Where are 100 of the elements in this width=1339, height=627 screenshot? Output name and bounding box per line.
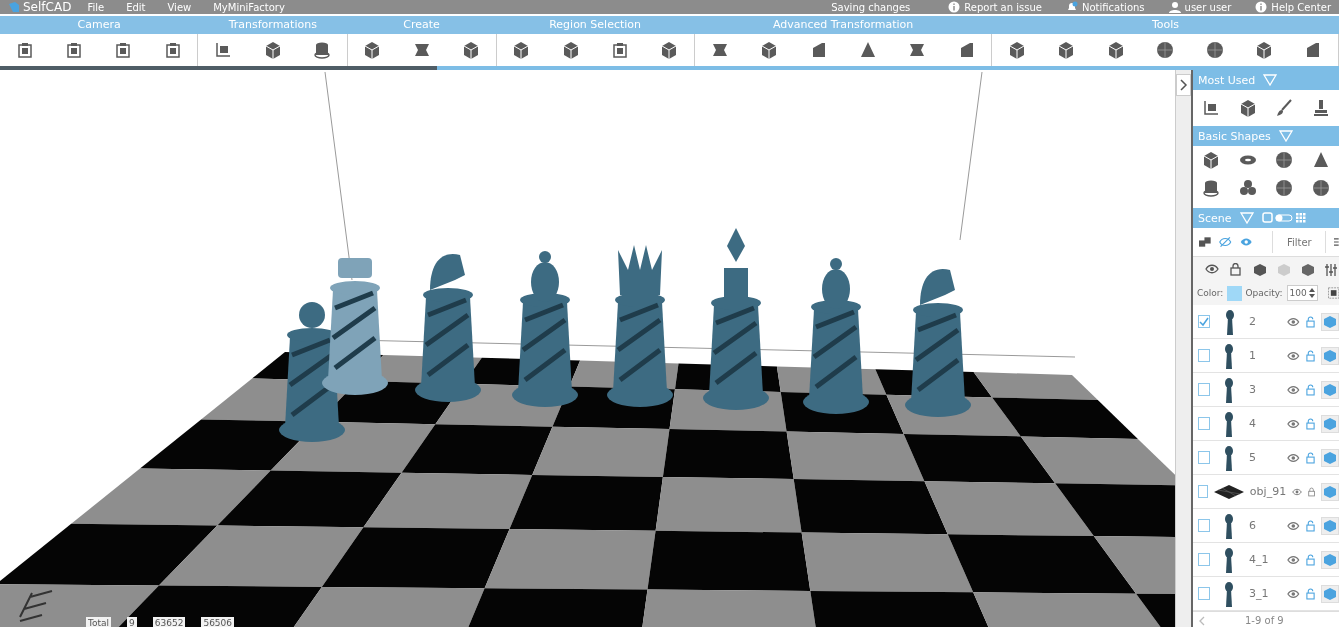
piece-thumbnail	[1224, 580, 1235, 607]
piece-thumbnail	[1224, 376, 1235, 403]
piece-thumbnail	[1224, 410, 1235, 437]
cylinder-icon[interactable]	[1201, 178, 1222, 198]
sphere-icon[interactable]	[1274, 178, 1295, 198]
section-header[interactable]: Basic Shapes	[1193, 126, 1339, 146]
sort-icon[interactable]	[1334, 235, 1339, 249]
piece-thumbnail	[1224, 342, 1235, 369]
sphere-icon[interactable]	[1155, 40, 1176, 60]
topbar-link[interactable]: Help Center	[1255, 1, 1331, 13]
filter-field[interactable]: Filter	[1272, 231, 1327, 253]
cube-icon[interactable]	[461, 40, 481, 60]
object-name: 4	[1248, 417, 1257, 430]
group-icon[interactable]	[1199, 235, 1212, 249]
checkbox[interactable]	[1198, 553, 1210, 566]
checkbox[interactable]	[1198, 587, 1210, 600]
toolbar-group-label: Region Selection	[548, 17, 643, 33]
menu-button[interactable]: MyMiniFactory	[207, 1, 291, 13]
eye-icon[interactable]	[1287, 554, 1300, 565]
hide-icon[interactable]	[1219, 235, 1232, 249]
board-thumbnail	[1213, 484, 1244, 499]
knot-icon[interactable]	[1237, 178, 1258, 198]
checkbox[interactable]	[1198, 519, 1210, 532]
toolbar-group-label: Camera	[76, 17, 122, 33]
object-name: 3_1	[1248, 587, 1270, 600]
collapse-panel-button[interactable]	[1176, 74, 1191, 96]
eye-icon[interactable]	[1287, 418, 1300, 429]
material-button[interactable]	[1321, 584, 1339, 603]
chevron-right-icon	[1179, 79, 1188, 91]
eye-icon[interactable]	[1287, 384, 1300, 395]
material-button[interactable]	[1321, 448, 1339, 467]
sliders-icon[interactable]	[1325, 262, 1339, 276]
cube-icon[interactable]	[1253, 262, 1267, 276]
menu-button[interactable]: File	[81, 1, 111, 13]
scene-object-row[interactable]: 5	[1193, 441, 1339, 475]
scene-object-row[interactable]: 3	[1193, 373, 1339, 407]
eye-icon[interactable]	[1287, 588, 1300, 599]
eye-icon[interactable]	[1205, 262, 1219, 276]
material-button[interactable]	[1321, 414, 1339, 433]
cube-icon[interactable]	[1301, 262, 1315, 276]
scene-object-row[interactable]: 4_1	[1193, 543, 1339, 577]
piece-thumbnail	[1224, 444, 1235, 471]
section-title: Scene	[1198, 211, 1232, 225]
scene-object-row[interactable]: 6	[1193, 509, 1339, 543]
checkbox[interactable]	[1198, 451, 1210, 464]
cube-icon	[1324, 315, 1336, 328]
opacity-field[interactable]: 100	[1286, 285, 1318, 301]
color-swatch[interactable]	[1227, 285, 1242, 301]
menu-button[interactable]: Edit	[120, 1, 152, 13]
eye-icon[interactable]	[1287, 316, 1300, 327]
scene-object-row[interactable]: 4	[1193, 407, 1339, 441]
checkbox[interactable]	[1198, 349, 1210, 362]
sphere-icon[interactable]	[1204, 40, 1225, 60]
checkbox[interactable]	[1198, 383, 1210, 396]
material-button[interactable]	[1321, 550, 1339, 569]
checkbox[interactable]	[1198, 417, 1210, 430]
cube-icon	[1324, 451, 1336, 464]
scene-object-row[interactable]: 2	[1193, 305, 1339, 339]
topbar-link[interactable]: user user	[1168, 1, 1232, 13]
eye-icon[interactable]	[1287, 520, 1300, 531]
stop-icon[interactable]	[1327, 287, 1339, 299]
material-button[interactable]	[1321, 380, 1339, 399]
lock-icon[interactable]	[1229, 262, 1243, 276]
locked-icon[interactable]	[1307, 485, 1315, 498]
section-header[interactable]: Most Used	[1193, 70, 1339, 90]
topbar-link[interactable]: Notifications	[1065, 1, 1145, 13]
toolbar-scrollbar[interactable]	[0, 66, 1339, 70]
section-header[interactable]: Scene	[1193, 208, 1339, 228]
piece-thumbnail	[1224, 512, 1235, 539]
eye-icon[interactable]	[1287, 350, 1300, 361]
menu-button[interactable]: View	[161, 1, 198, 13]
cube-icon	[1324, 383, 1336, 396]
cube-icon	[1324, 587, 1336, 600]
section-title: Basic Shapes	[1198, 129, 1271, 143]
topbar-link[interactable]: Report an issue	[948, 1, 1042, 13]
cube-icon	[1324, 349, 1336, 362]
sphere-icon[interactable]	[1274, 150, 1295, 170]
sphere-icon[interactable]	[1310, 178, 1331, 198]
stat-text: Total	[86, 617, 112, 627]
cylinder-icon[interactable]	[311, 40, 332, 60]
checkbox[interactable]	[1198, 485, 1208, 498]
material-button[interactable]	[1321, 312, 1339, 331]
logo-text: SelfCAD	[23, 0, 72, 14]
scene-object-row[interactable]: obj_91	[1193, 475, 1339, 509]
view-toggle-drawing[interactable]	[1261, 212, 1306, 224]
checkbox[interactable]	[1198, 315, 1210, 328]
scene-object-row[interactable]: 1	[1193, 339, 1339, 373]
eye-icon[interactable]	[1287, 452, 1300, 463]
piece-thumbnail	[1224, 546, 1235, 573]
material-button[interactable]	[1321, 346, 1339, 365]
brush-icon[interactable]	[1274, 98, 1295, 118]
scene-object-row[interactable]: 3_1	[1193, 577, 1339, 611]
section-title: Most Used	[1198, 73, 1256, 87]
object-name: obj_91	[1249, 485, 1286, 498]
object-name: 3	[1248, 383, 1257, 396]
opacity-label: Opacity:	[1245, 288, 1283, 298]
material-button[interactable]	[1321, 482, 1339, 501]
eye-icon[interactable]	[1291, 486, 1302, 497]
cube-icon	[1324, 519, 1336, 532]
material-button[interactable]	[1321, 516, 1339, 535]
